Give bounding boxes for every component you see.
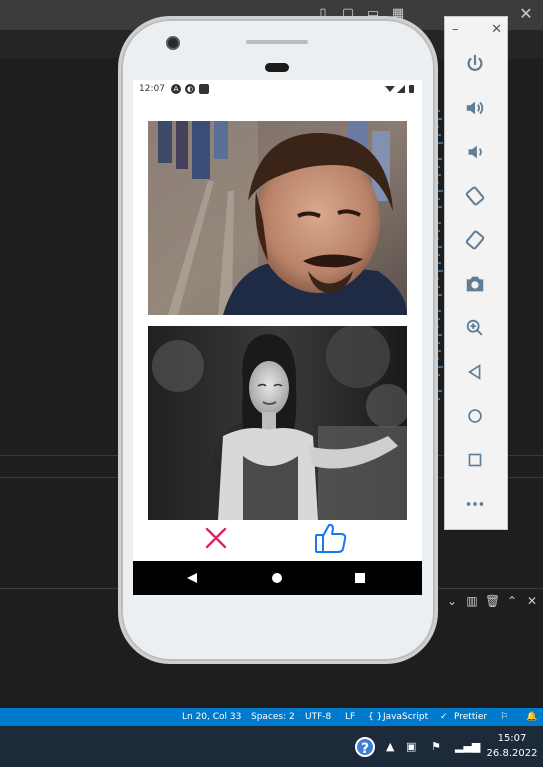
close-icon: [205, 527, 227, 549]
back-icon: [467, 364, 481, 380]
front-camera: [166, 36, 180, 50]
nav-back-button[interactable]: [183, 569, 201, 587]
rotate-left-icon: [465, 186, 485, 206]
rotate-right-icon: [465, 230, 485, 250]
signal-icon[interactable]: ▂▄▆: [455, 740, 480, 753]
signal-battery-icon: [385, 85, 414, 93]
home-button[interactable]: [460, 401, 490, 431]
check-icon: ✓: [440, 712, 448, 722]
help-icon[interactable]: ?: [355, 737, 375, 757]
earpiece-slit: [246, 40, 308, 44]
braces-icon: { }: [368, 712, 383, 722]
panel-toolbar: ⌄ ▥ 🗑 ⌃ ✕: [445, 594, 539, 608]
screenshot-button[interactable]: [460, 269, 490, 299]
close-icon[interactable]: ✕: [491, 22, 502, 40]
like-button[interactable]: [314, 521, 348, 555]
zoom-button[interactable]: [460, 313, 490, 343]
power-icon: [467, 54, 483, 71]
man-selfie-photo[interactable]: [148, 121, 407, 315]
overview-button[interactable]: [460, 445, 490, 475]
encoding[interactable]: UTF-8: [305, 708, 331, 726]
line-ending[interactable]: LF: [345, 708, 355, 726]
home-icon: [272, 573, 282, 583]
chevron-up-icon[interactable]: ▲: [386, 740, 394, 753]
back-icon: [187, 573, 197, 583]
indentation[interactable]: Spaces: 2: [251, 708, 295, 726]
status-time: 12:07: [139, 84, 165, 94]
phone-screen: 12:07 A ◐: [133, 80, 422, 595]
action-row: [133, 520, 422, 560]
woman-bw-image: [148, 326, 407, 520]
zoom-icon: [466, 319, 483, 336]
android-navbar: [133, 561, 422, 595]
volume-down-button[interactable]: [460, 137, 490, 167]
woman-bw-photo[interactable]: [148, 326, 407, 520]
android-statusbar: 12:07 A ◐: [133, 80, 422, 98]
volume-up-icon: [466, 101, 484, 115]
clock[interactable]: 15:07 26.8.2022: [484, 731, 540, 761]
thumbs-up-icon: [315, 523, 347, 553]
sd-card-icon: [199, 84, 209, 94]
split-icon[interactable]: ▥: [465, 594, 479, 608]
chevron-down-icon[interactable]: ⌄: [445, 594, 459, 608]
clock-date: 26.8.2022: [486, 748, 538, 759]
speaker: [265, 63, 289, 72]
nav-home-button[interactable]: [268, 569, 286, 587]
trash-icon[interactable]: 🗑: [485, 594, 500, 608]
app-notification-icon: A: [171, 84, 181, 94]
dislike-button[interactable]: [204, 526, 228, 550]
close-icon[interactable]: ✕: [518, 6, 534, 22]
close-icon[interactable]: ✕: [525, 594, 539, 608]
power-button[interactable]: [460, 49, 490, 79]
rotate-left-button[interactable]: [460, 181, 490, 211]
app-notification-icon-2: ◐: [185, 84, 195, 94]
chevron-up-icon[interactable]: ⌃: [505, 594, 519, 608]
emulator-window-controls: – ✕: [452, 22, 502, 40]
feedback-icon[interactable]: ⚐: [500, 708, 508, 726]
formatter[interactable]: Prettier: [454, 708, 487, 726]
nav-overview-button[interactable]: [351, 569, 369, 587]
man-selfie-image: [148, 121, 407, 315]
overview-icon: [468, 453, 482, 467]
minimize-icon[interactable]: –: [452, 22, 459, 40]
back-button[interactable]: [460, 357, 490, 387]
more-icon: [466, 502, 484, 506]
volume-up-button[interactable]: [460, 93, 490, 123]
bell-icon[interactable]: 🔔: [526, 708, 537, 726]
network-icon[interactable]: ▣: [406, 740, 416, 753]
volume-down-icon: [468, 145, 482, 159]
clock-time: 15:07: [497, 733, 527, 744]
home-icon: [468, 409, 482, 423]
overview-icon: [355, 573, 365, 583]
cursor-position[interactable]: Ln 20, Col 33: [182, 708, 241, 726]
flag-icon[interactable]: ⚑: [431, 740, 441, 753]
camera-icon: [466, 276, 484, 292]
rotate-right-button[interactable]: [460, 225, 490, 255]
language-mode[interactable]: JavaScript: [383, 708, 428, 726]
more-button[interactable]: [460, 489, 490, 519]
statusbar: Ln 20, Col 33 Spaces: 2 UTF-8 LF { } Jav…: [0, 708, 543, 726]
